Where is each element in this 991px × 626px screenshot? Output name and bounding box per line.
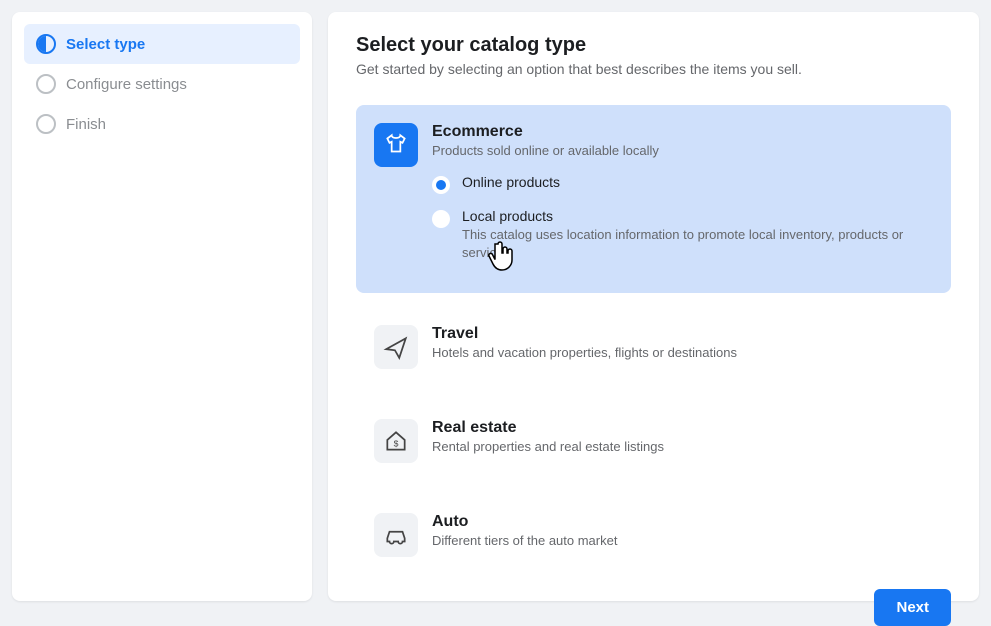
option-desc: Rental properties and real estate listin… — [432, 439, 933, 454]
radio-online-products[interactable]: Online products — [432, 174, 933, 194]
tshirt-icon — [374, 123, 418, 167]
option-title: Travel — [432, 325, 933, 343]
svg-text:$: $ — [394, 439, 399, 449]
radio-group: Online products Local products This cata… — [432, 174, 933, 261]
option-body: Auto Different tiers of the auto market — [432, 513, 933, 548]
radio-local-products[interactable]: Local products This catalog uses locatio… — [432, 208, 933, 261]
option-title: Ecommerce — [432, 123, 933, 141]
sidebar: Select type Configure settings Finish — [12, 12, 312, 601]
option-body: Travel Hotels and vacation properties, f… — [432, 325, 933, 360]
radio-icon — [432, 176, 450, 194]
step-label: Select type — [66, 36, 145, 53]
half-circle-icon — [36, 34, 56, 54]
option-title: Real estate — [432, 419, 933, 437]
radio-label: Local products — [462, 208, 933, 224]
option-auto[interactable]: Auto Different tiers of the auto market — [356, 495, 951, 575]
option-ecommerce[interactable]: Ecommerce Products sold online or availa… — [356, 105, 951, 293]
radio-label: Online products — [462, 174, 560, 190]
option-desc: Products sold online or available locall… — [432, 143, 933, 158]
airplane-icon — [374, 325, 418, 369]
option-title: Auto — [432, 513, 933, 531]
option-travel[interactable]: Travel Hotels and vacation properties, f… — [356, 307, 951, 387]
step-label: Finish — [66, 116, 106, 133]
option-desc: Hotels and vacation properties, flights … — [432, 345, 933, 360]
circle-icon — [36, 74, 56, 94]
page-subtitle: Get started by selecting an option that … — [356, 61, 951, 77]
radio-icon — [432, 210, 450, 228]
circle-icon — [36, 114, 56, 134]
step-configure-settings[interactable]: Configure settings — [24, 64, 300, 104]
option-body: Real estate Rental properties and real e… — [432, 419, 933, 454]
footer: Next — [356, 589, 951, 626]
option-real-estate[interactable]: $ Real estate Rental properties and real… — [356, 401, 951, 481]
step-label: Configure settings — [66, 76, 187, 93]
next-button[interactable]: Next — [874, 589, 951, 626]
house-dollar-icon: $ — [374, 419, 418, 463]
car-icon — [374, 513, 418, 557]
radio-sub: This catalog uses location information t… — [462, 226, 933, 261]
step-finish[interactable]: Finish — [24, 104, 300, 144]
step-select-type[interactable]: Select type — [24, 24, 300, 64]
option-body: Ecommerce Products sold online or availa… — [432, 123, 933, 275]
page-title: Select your catalog type — [356, 34, 951, 57]
option-desc: Different tiers of the auto market — [432, 533, 933, 548]
main-panel: Select your catalog type Get started by … — [328, 12, 979, 601]
